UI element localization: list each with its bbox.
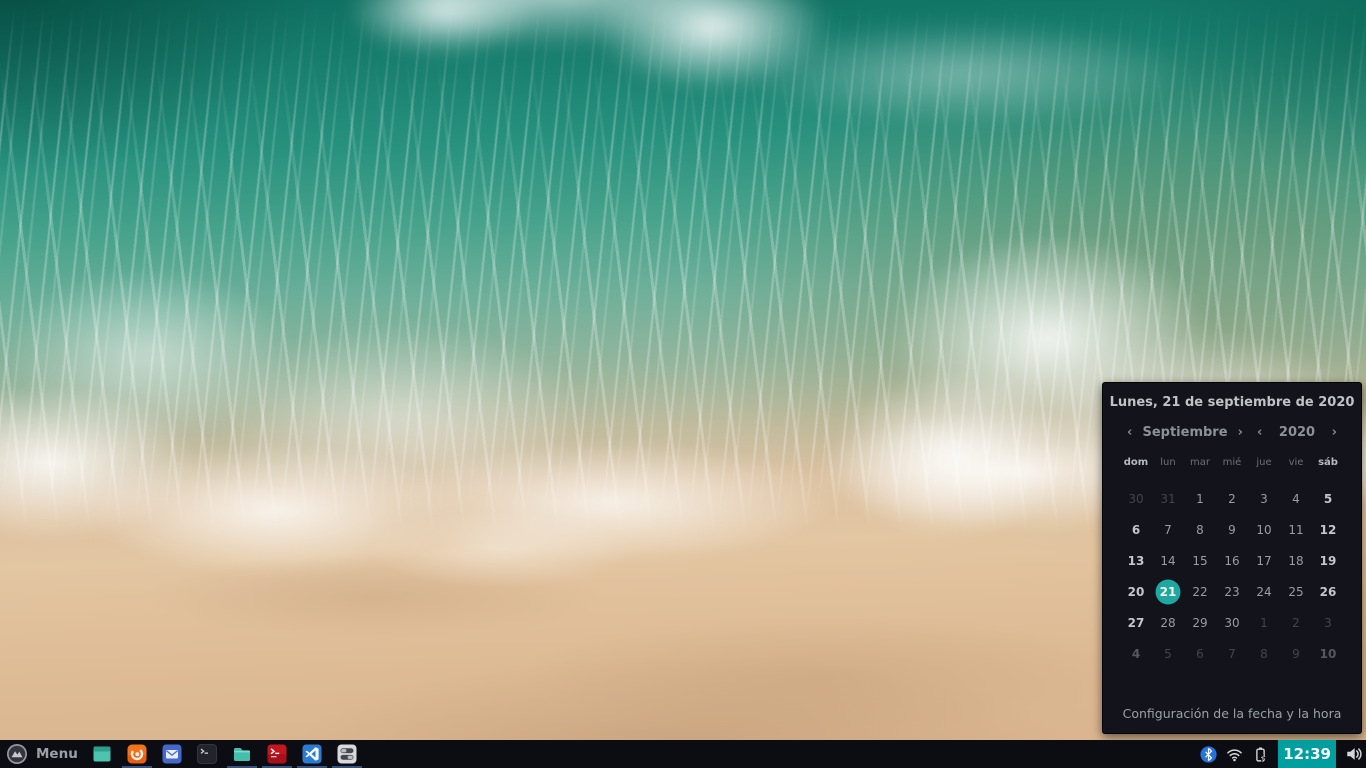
calendar-day-cell[interactable]: 10 [1248, 514, 1280, 545]
show-desktop-icon [92, 744, 112, 764]
calendar-day-cell[interactable]: 7 [1152, 514, 1184, 545]
volume-button[interactable] [1345, 745, 1363, 763]
calendar-day-cell[interactable]: 12 [1312, 514, 1344, 545]
calendar-day-cell[interactable]: 8 [1184, 514, 1216, 545]
bottom-panel: Menu [0, 740, 1366, 768]
system-tray: 12:39 [1200, 740, 1366, 768]
calendar-day-cell[interactable]: 17 [1248, 545, 1280, 576]
calendar-day-cell[interactable]: 23 [1216, 576, 1248, 607]
calendar-day-cell[interactable]: 5 [1312, 483, 1344, 514]
calendar-day-cell[interactable]: 3 [1312, 607, 1344, 638]
power-button[interactable] [1252, 746, 1269, 763]
menu-label: Menu [36, 746, 78, 762]
vscode-icon [302, 744, 322, 764]
weekday-header: vie [1280, 453, 1312, 471]
calendar-day-cell[interactable]: 4 [1120, 638, 1152, 669]
calendar-day-cell[interactable]: 2 [1216, 483, 1248, 514]
datetime-settings-link[interactable]: Configuración de la fecha y la hora [1103, 706, 1361, 721]
mail-launcher[interactable] [162, 744, 182, 764]
month-label: Septiembre [1142, 425, 1227, 440]
calendar-day-cell[interactable]: 11 [1280, 514, 1312, 545]
calendar-grid: 3031123456789101112131415161718192021222… [1120, 483, 1344, 669]
calendar-day-cell[interactable]: 6 [1120, 514, 1152, 545]
calendar-day-cell[interactable]: 14 [1152, 545, 1184, 576]
calendar-day-cell[interactable]: 22 [1184, 576, 1216, 607]
weekday-header: jue [1248, 453, 1280, 471]
weekday-header: lun [1152, 453, 1184, 471]
calendar-day-cell[interactable]: 21 [1152, 576, 1184, 607]
calendar-day-cell[interactable]: 24 [1248, 576, 1280, 607]
calendar-day-cell[interactable]: 3 [1248, 483, 1280, 514]
calendar-day-cell[interactable]: 31 [1152, 483, 1184, 514]
calendar-day-cell[interactable]: 6 [1184, 638, 1216, 669]
year-label: 2020 [1279, 425, 1315, 440]
previous-year-button[interactable]: ‹ [1255, 425, 1264, 440]
volume-icon [1345, 745, 1363, 763]
calendar-date-title: Lunes, 21 de septiembre de 2020 [1103, 395, 1361, 410]
calendar-day-cell[interactable]: 16 [1216, 545, 1248, 576]
calendar-day-cell[interactable]: 19 [1312, 545, 1344, 576]
clock-time: 12:39 [1283, 745, 1331, 763]
terminal-launcher[interactable] [197, 744, 217, 764]
calendar-day-cell[interactable]: 18 [1280, 545, 1312, 576]
calendar-day-cell[interactable]: 1 [1248, 607, 1280, 638]
weekday-header: dom [1120, 453, 1152, 471]
next-year-button[interactable]: › [1330, 425, 1339, 440]
firefox-icon [127, 744, 147, 764]
calendar-day-cell[interactable]: 28 [1152, 607, 1184, 638]
calendar-day-cell[interactable]: 1 [1184, 483, 1216, 514]
previous-month-button[interactable]: ‹ [1125, 425, 1134, 440]
calendar-popup: Lunes, 21 de septiembre de 2020 ‹ Septie… [1102, 382, 1362, 734]
firefox-launcher[interactable] [127, 744, 147, 764]
files-launcher[interactable] [232, 744, 252, 764]
calendar-day-cell[interactable]: 30 [1216, 607, 1248, 638]
calendar-day-cell[interactable]: 8 [1248, 638, 1280, 669]
wifi-icon [1226, 746, 1243, 763]
bluetooth-button[interactable] [1200, 746, 1217, 763]
menu-button[interactable]: Menu [0, 740, 86, 768]
settings-launcher[interactable] [337, 744, 357, 764]
mint-logo-icon [6, 743, 28, 765]
clock-applet[interactable]: 12:39 [1278, 740, 1336, 768]
calendar-day-cell[interactable]: 20 [1120, 576, 1152, 607]
calendar-day-cell[interactable]: 15 [1184, 545, 1216, 576]
calendar-day-cell[interactable]: 5 [1152, 638, 1184, 669]
calendar-day-cell[interactable]: 27 [1120, 607, 1152, 638]
toggles-icon [337, 744, 357, 764]
calendar-day-cell[interactable]: 10 [1312, 638, 1344, 669]
launcher-bar [92, 740, 357, 768]
bluetooth-icon [1200, 746, 1217, 763]
calendar-day-cell[interactable]: 30 [1120, 483, 1152, 514]
mail-icon [162, 744, 182, 764]
next-month-button[interactable]: › [1236, 425, 1245, 440]
calendar-day-cell[interactable]: 9 [1280, 638, 1312, 669]
show-desktop-button[interactable] [92, 744, 112, 764]
desktop: Lunes, 21 de septiembre de 2020 ‹ Septie… [0, 0, 1366, 768]
calendar-weekday-header-row: domlunmarmiéjueviesáb [1120, 453, 1344, 471]
calendar-day-cell[interactable]: 26 [1312, 576, 1344, 607]
calendar-day-cell[interactable]: 13 [1120, 545, 1152, 576]
weekday-header: mar [1184, 453, 1216, 471]
calendar-day-cell[interactable]: 29 [1184, 607, 1216, 638]
folder-icon [232, 744, 252, 764]
weekday-header: mié [1216, 453, 1248, 471]
weekday-header: sáb [1312, 453, 1344, 471]
terminal-icon [197, 744, 217, 764]
red-terminal-launcher[interactable] [267, 744, 287, 764]
network-button[interactable] [1226, 746, 1243, 763]
vscode-launcher[interactable] [302, 744, 322, 764]
calendar-navigation: ‹ Septiembre › ‹ 2020 › [1125, 425, 1339, 440]
calendar-day-cell[interactable]: 4 [1280, 483, 1312, 514]
calendar-day-cell[interactable]: 25 [1280, 576, 1312, 607]
calendar-day-cell[interactable]: 2 [1280, 607, 1312, 638]
calendar-day-cell[interactable]: 9 [1216, 514, 1248, 545]
calendar-day-cell[interactable]: 7 [1216, 638, 1248, 669]
battery-charging-icon [1252, 746, 1269, 763]
terminal-red-icon [267, 744, 287, 764]
